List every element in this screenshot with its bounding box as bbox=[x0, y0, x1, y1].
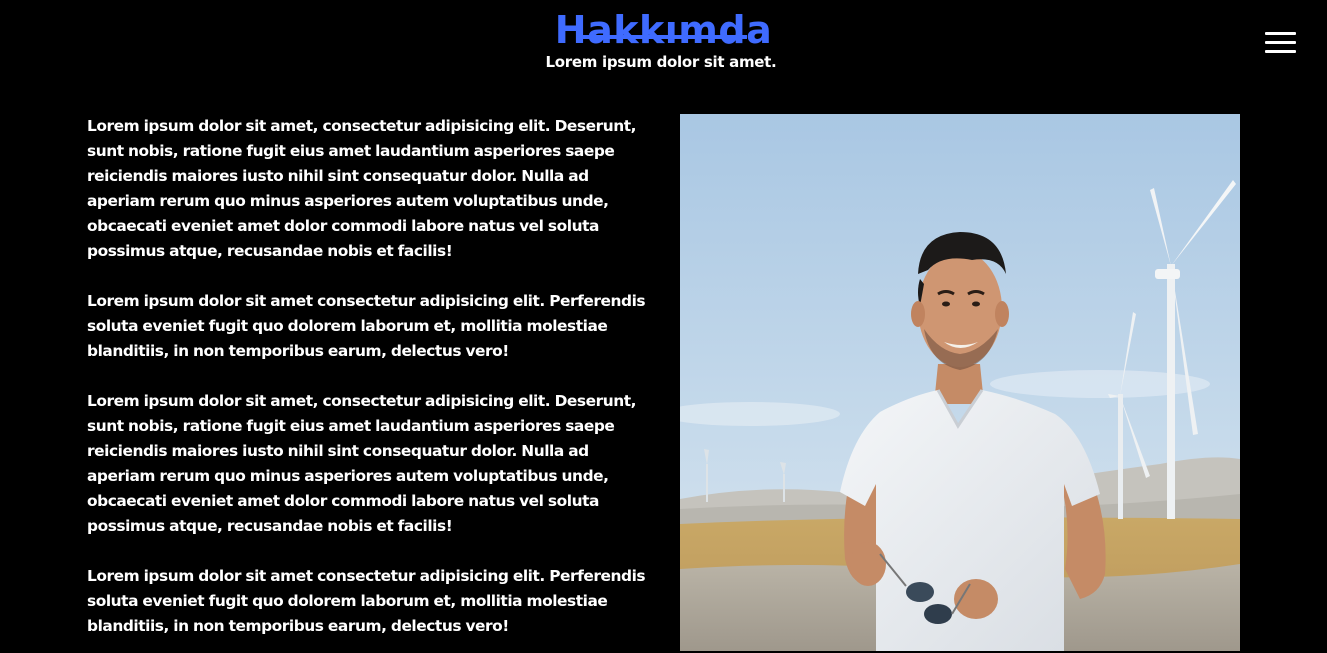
about-paragraph-2: Lorem ipsum dolor sit amet consectetur a… bbox=[87, 292, 646, 360]
about-paragraph-1: Lorem ipsum dolor sit amet, consectetur … bbox=[87, 117, 637, 260]
menu-bar-middle bbox=[1265, 41, 1296, 44]
hamburger-menu-icon[interactable] bbox=[1265, 32, 1296, 54]
page-subtitle: Lorem ipsum dolor sit amet. bbox=[545, 53, 777, 71]
profile-photo bbox=[680, 114, 1240, 651]
title-underline bbox=[577, 35, 747, 39]
about-paragraph-4: Lorem ipsum dolor sit amet consectetur a… bbox=[87, 567, 646, 635]
about-text: Lorem ipsum dolor sit amet, consectetur … bbox=[87, 114, 647, 653]
about-paragraph-3: Lorem ipsum dolor sit amet, consectetur … bbox=[87, 392, 637, 535]
menu-bar-bottom bbox=[1265, 50, 1296, 53]
menu-bar-top bbox=[1265, 32, 1296, 35]
page-title: Hakkımda bbox=[554, 8, 773, 53]
